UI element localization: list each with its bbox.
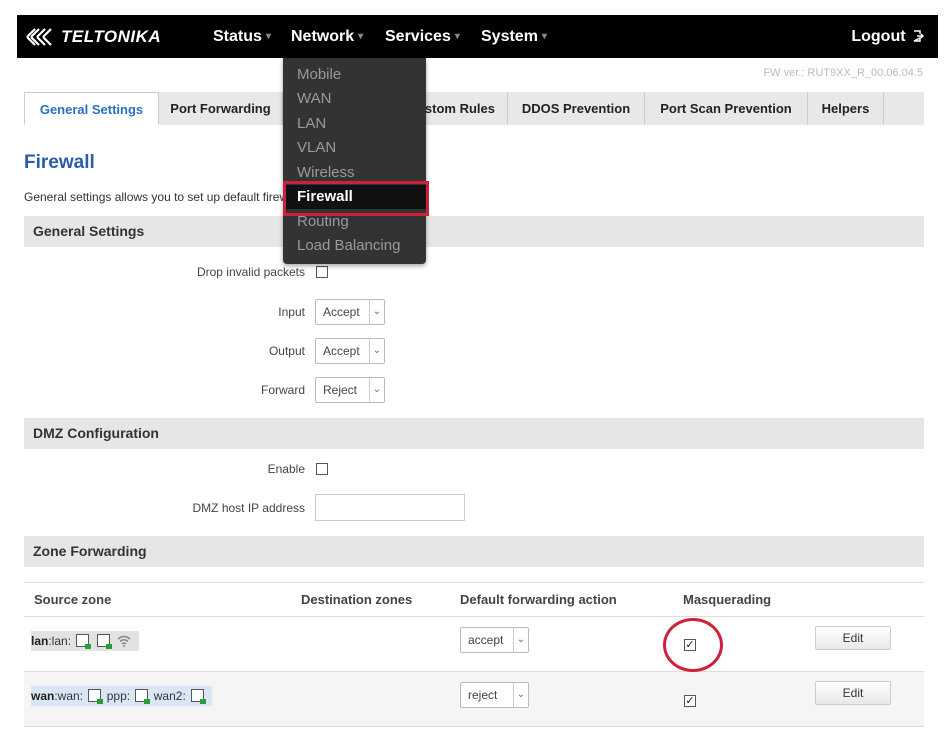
tab-strip-filler: [884, 92, 924, 125]
dmz-enable-label: Enable: [267, 462, 305, 476]
tab-helpers[interactable]: Helpers: [808, 92, 884, 125]
input-policy-value: Accept: [323, 305, 360, 319]
menu-item-lan[interactable]: LAN: [297, 112, 326, 136]
nav-status[interactable]: Status ▾: [213, 15, 271, 58]
section-dmz-configuration: DMZ Configuration: [24, 418, 924, 449]
zone-wan-cell: wan:wan: ppp: wan2:: [31, 686, 213, 706]
tab-port-scan-prevention[interactable]: Port Scan Prevention: [645, 92, 808, 125]
zone-table-header: Source zone Destination zones Default fo…: [24, 582, 924, 617]
forward-policy-value: Reject: [323, 383, 358, 397]
col-default-action: Default forwarding action: [460, 592, 617, 607]
zone-network-label: :lan:: [48, 634, 72, 648]
section-zone-forwarding: Zone Forwarding: [24, 536, 924, 567]
col-destination-zones: Destination zones: [301, 592, 413, 607]
annotation-circle: [663, 618, 723, 672]
chevron-down-icon: ⌄: [369, 378, 384, 402]
network-dropdown-menu: Mobile WAN LAN VLAN Wireless Firewall Ro…: [283, 58, 426, 264]
tab-general-settings[interactable]: General Settings: [24, 92, 159, 125]
zone-network-label: ppp:: [106, 689, 131, 703]
menu-item-mobile[interactable]: Mobile: [297, 63, 341, 87]
table-row: lan:lan: accept ⌄ ✓ Edit: [24, 617, 924, 672]
logo-text: TELTONIKA: [61, 27, 162, 46]
col-source-zone: Source zone: [34, 592, 112, 607]
chevron-down-icon: ▾: [358, 31, 364, 43]
teltonika-logo[interactable]: TELTONIKA: [25, 24, 161, 50]
dmz-enable-checkbox[interactable]: [316, 463, 328, 475]
drop-invalid-label: Drop invalid packets: [196, 265, 305, 279]
edit-zone-button[interactable]: Edit: [815, 681, 891, 705]
drop-invalid-checkbox[interactable]: [316, 266, 328, 278]
zone-name: lan: [31, 634, 49, 648]
zone-action-select[interactable]: reject ⌄: [460, 682, 529, 708]
zone-name: wan: [31, 689, 55, 703]
input-policy-label: Input: [278, 305, 305, 319]
edit-zone-button[interactable]: Edit: [815, 626, 891, 650]
top-navbar: TELTONIKA Status ▾ Network ▾ Services ▾ Sys…: [17, 15, 938, 58]
masquerading-checkbox[interactable]: ✓: [684, 695, 696, 707]
chevron-down-icon: ⌄: [513, 628, 528, 652]
network-interface-icon: [135, 689, 151, 704]
menu-item-vlan[interactable]: VLAN: [297, 136, 336, 160]
logout-icon: [913, 30, 924, 42]
nav-system-label: System: [481, 28, 538, 45]
network-interface-icon: [191, 689, 207, 704]
forward-policy-select[interactable]: Reject ⌄: [315, 377, 385, 403]
page-title: Firewall: [24, 152, 95, 173]
menu-item-wan[interactable]: WAN: [297, 87, 331, 111]
zone-lan-cell: lan:lan:: [31, 631, 140, 651]
teltonika-logo-icon: [26, 28, 52, 46]
chevron-down-icon: ⌄: [513, 683, 528, 707]
zone-action-value: accept: [468, 633, 504, 647]
firewall-tabs: General Settings Port Forwarding Custom …: [24, 92, 924, 125]
table-row: wan:wan: ppp: wan2: reject ⌄ ✓ Edit: [24, 672, 924, 727]
nav-system[interactable]: System ▾: [481, 15, 547, 58]
dmz-host-input[interactable]: [315, 494, 465, 521]
tab-port-forwarding[interactable]: Port Forwarding: [159, 92, 283, 125]
nav-status-label: Status: [213, 28, 262, 45]
network-interface-icon: [76, 634, 92, 649]
wifi-icon: [117, 635, 131, 647]
network-interface-icon: [88, 689, 104, 704]
nav-services-label: Services: [385, 28, 451, 45]
nav-services[interactable]: Services ▾: [385, 15, 460, 58]
chevron-down-icon: ⌄: [369, 300, 384, 324]
output-policy-label: Output: [268, 344, 305, 358]
zone-network-label: wan2:: [153, 689, 186, 703]
zone-action-value: reject: [468, 688, 498, 702]
section-general-settings: General Settings: [24, 216, 924, 247]
tab-ddos-prevention[interactable]: DDOS Prevention: [508, 92, 645, 125]
zone-network-label: :wan:: [54, 689, 84, 703]
annotation-highlight-box: [283, 181, 429, 216]
menu-item-load-balancing[interactable]: Load Balancing: [297, 234, 400, 258]
logout-label: Logout: [851, 28, 906, 45]
logout-button[interactable]: Logout: [851, 15, 924, 58]
nav-network-label: Network: [291, 28, 355, 45]
forward-policy-label: Forward: [260, 383, 305, 397]
chevron-down-icon: ⌄: [369, 339, 384, 363]
nav-network[interactable]: Network ▾: [291, 15, 363, 58]
network-interface-icon: [96, 634, 112, 649]
output-policy-value: Accept: [323, 344, 360, 358]
firmware-version: FW ver.: RUT9XX_R_00.06.04.5: [763, 67, 923, 79]
output-policy-select[interactable]: Accept ⌄: [315, 338, 385, 364]
input-policy-select[interactable]: Accept ⌄: [315, 299, 385, 325]
chevron-down-icon: ▾: [541, 31, 547, 43]
dmz-host-label: DMZ host IP address: [192, 501, 306, 515]
chevron-down-icon: ▾: [265, 31, 271, 43]
col-masquerading: Masquerading: [683, 592, 772, 607]
zone-action-select[interactable]: accept ⌄: [460, 627, 529, 653]
chevron-down-icon: ▾: [454, 31, 460, 43]
